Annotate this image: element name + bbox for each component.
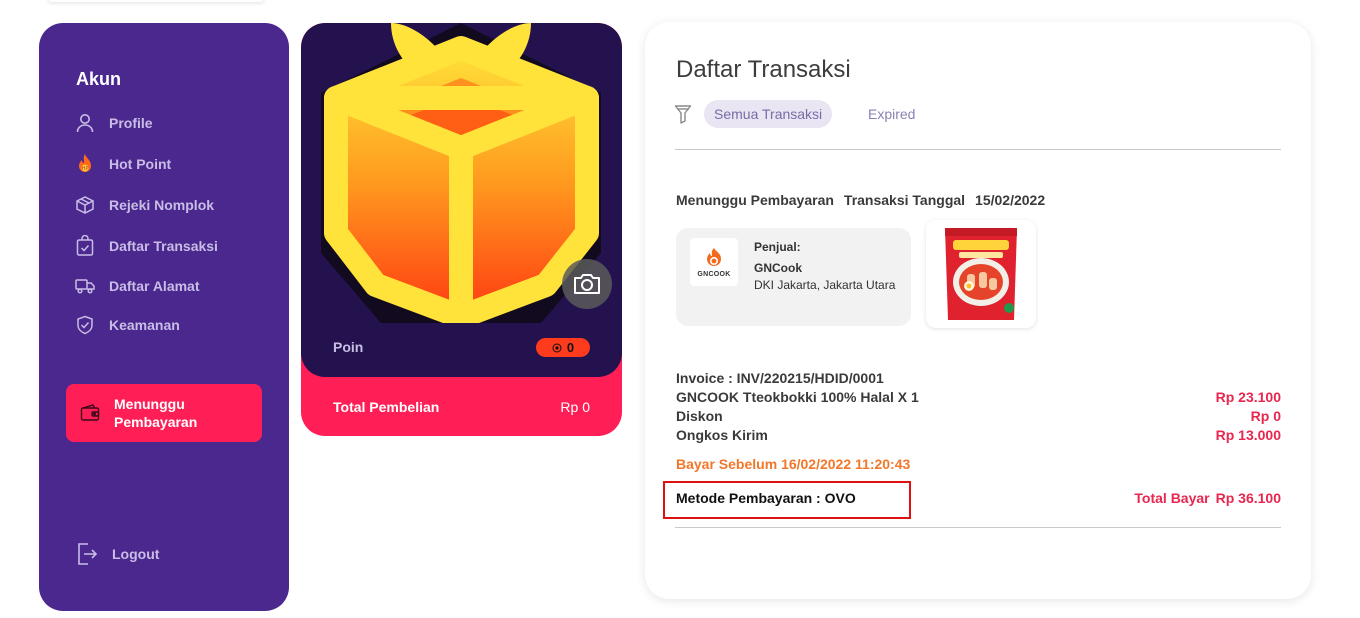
pay-before-label: Bayar Sebelum <box>676 456 778 472</box>
sidebar-item-menunggu-pembayaran[interactable]: Menunggu Pembayaran <box>66 384 262 442</box>
shield-icon <box>75 315 95 335</box>
sidebar-item-daftar-transaksi[interactable]: Daftar Transaksi <box>75 234 218 258</box>
sidebar: Akun Profile HP Hot Point Rejeki Nomplok… <box>39 23 289 611</box>
total-bayar: Total Bayar Rp 36.100 <box>1134 490 1281 506</box>
sidebar-item-keamanan[interactable]: Keamanan <box>75 313 180 337</box>
sidebar-item-label: Hot Point <box>109 156 172 172</box>
filter-icon[interactable] <box>674 104 692 124</box>
seller-location: DKI Jakarta, Jakarta Utara <box>754 278 896 292</box>
sidebar-item-label: Keamanan <box>109 317 180 333</box>
transaction-header: Menunggu Pembayaran Transaksi Tanggal 15… <box>676 192 1045 208</box>
seller-logo: GNCOOK <box>690 238 738 286</box>
profile-card-top: Poin 0 <box>301 23 622 377</box>
fire-icon: HP <box>75 154 95 174</box>
total-pembelian-value: Rp 0 <box>560 399 590 415</box>
change-photo-button[interactable] <box>562 259 612 309</box>
discount-row: Diskon Rp 0 <box>676 408 1281 424</box>
seller-label: Penjual: <box>754 240 801 254</box>
poin-value: 0 <box>566 340 575 355</box>
item-row: GNCOOK Tteokbokki 100% Halal X 1 Rp 23.1… <box>676 389 1281 405</box>
seller-info: Penjual: GNCook DKI Jakarta, Jakarta Uta… <box>754 239 904 294</box>
item-name: GNCOOK Tteokbokki 100% Halal X 1 <box>676 389 919 405</box>
camera-icon <box>574 274 600 294</box>
top-edge-card <box>48 0 264 2</box>
sidebar-item-label: Daftar Transaksi <box>109 238 218 254</box>
transaction-panel: Daftar Transaksi Semua Transaksi Expired… <box>645 22 1311 599</box>
poin-badge: 0 <box>536 338 590 357</box>
tteokbokki-package-image <box>945 228 1017 320</box>
invoice-row: Invoice : INV/220215/HDID/0001 <box>676 370 1281 386</box>
truck-icon <box>75 276 95 296</box>
payment-deadline: Bayar Sebelum 16/02/2022 11:20:43 <box>676 456 910 472</box>
discount-label: Diskon <box>676 408 723 424</box>
sidebar-item-rejeki-nomplok[interactable]: Rejeki Nomplok <box>75 193 214 217</box>
total-pembelian-label: Total Pembelian <box>333 399 440 415</box>
pay-before-value: 16/02/2022 11:20:43 <box>781 456 911 472</box>
seller-logo-text: GNCOOK <box>697 270 731 278</box>
seller-card[interactable]: GNCOOK Penjual: GNCook DKI Jakarta, Jaka… <box>676 228 911 326</box>
shipping-row: Ongkos Kirim Rp 13.000 <box>676 427 1281 443</box>
shopping-bag-icon <box>75 235 95 256</box>
item-price: Rp 23.100 <box>1215 389 1281 405</box>
logout-icon <box>76 541 98 567</box>
sidebar-item-daftar-alamat[interactable]: Daftar Alamat <box>75 274 200 298</box>
total-bayar-label: Total Bayar <box>1134 490 1210 506</box>
seller-logo-mark <box>707 247 721 266</box>
sidebar-item-label: Profile <box>109 115 153 131</box>
divider <box>675 149 1281 150</box>
filter-expired[interactable]: Expired <box>868 100 915 128</box>
coin-icon <box>552 343 562 352</box>
sidebar-title: Akun <box>76 69 121 89</box>
sidebar-item-hot-point[interactable]: HP Hot Point <box>75 152 171 176</box>
transaction-status: Menunggu Pembayaran <box>676 192 834 208</box>
sidebar-item-label: Rejeki Nomplok <box>109 197 215 213</box>
logout-button[interactable]: Logout <box>76 541 159 567</box>
discount-value: Rp 0 <box>1250 408 1281 424</box>
poin-label: Poin <box>333 339 364 355</box>
sidebar-item-profile[interactable]: Profile <box>75 111 153 135</box>
shipping-label: Ongkos Kirim <box>676 427 768 443</box>
total-bayar-value: Rp 36.100 <box>1215 490 1281 506</box>
divider <box>675 527 1281 528</box>
invoice-number: Invoice : INV/220215/HDID/0001 <box>676 370 884 386</box>
sidebar-item-label: Daftar Alamat <box>109 278 200 294</box>
page-title: Daftar Transaksi <box>676 56 851 83</box>
shipping-value: Rp 13.000 <box>1215 427 1281 443</box>
transaction-date: 15/02/2022 <box>975 192 1046 208</box>
seller-name: GNCook <box>754 261 802 275</box>
user-icon <box>75 113 95 133</box>
gift-box-icon <box>75 195 95 215</box>
logout-label: Logout <box>112 546 160 562</box>
sidebar-item-label: Menunggu Pembayaran <box>114 396 198 430</box>
profile-card: Poin 0 Total Pembelian Rp 0 <box>301 23 622 436</box>
wallet-icon <box>80 403 100 423</box>
filter-semua-transaksi[interactable]: Semua Transaksi <box>704 100 833 128</box>
transaction-date-label: Transaksi Tanggal <box>843 192 966 208</box>
product-image[interactable] <box>926 220 1036 328</box>
svg-text:HP: HP <box>82 166 89 172</box>
payment-method: Metode Pembayaran : OVO <box>676 490 856 506</box>
